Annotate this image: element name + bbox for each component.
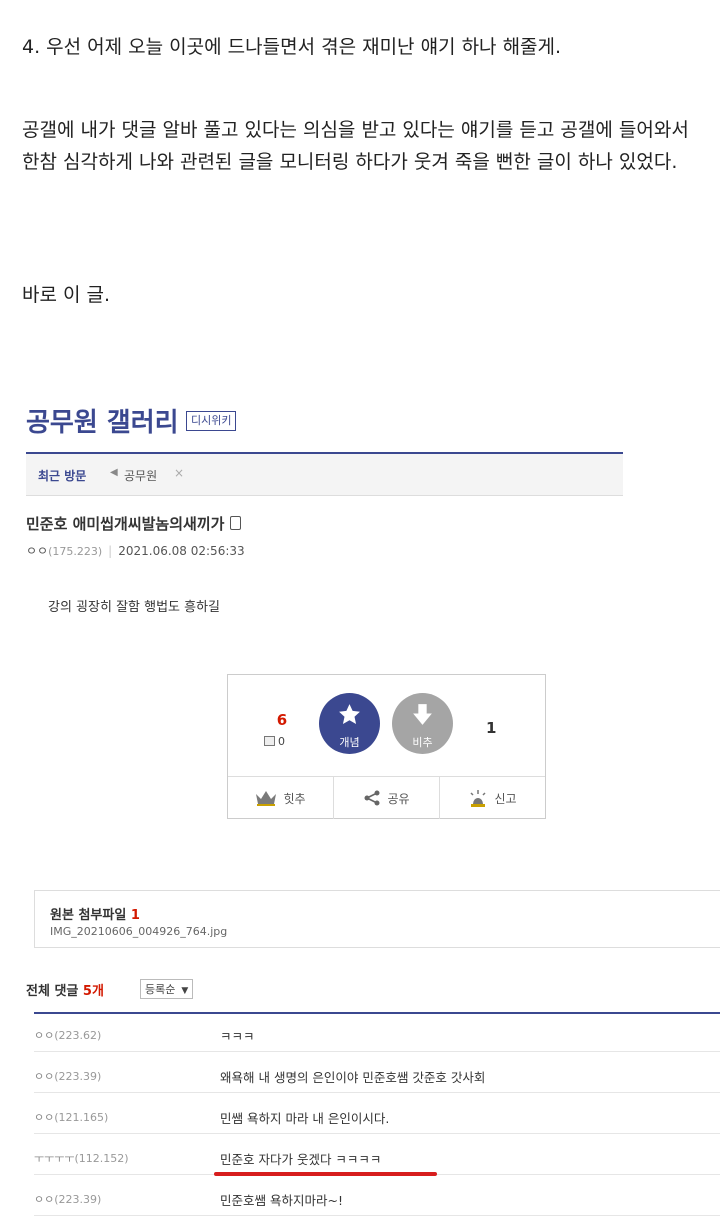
mobile-icon: [230, 516, 242, 530]
intro-paragraph-1: 4. 우선 어제 오늘 이곳에 드나들면서 겪은 재미난 얘기 하나 해줄게.: [22, 36, 562, 58]
downvote-count: 1: [486, 719, 497, 737]
comments-header-label: 전체 댓글: [26, 984, 79, 999]
comments-header: 전체 댓글 5개: [26, 980, 104, 999]
attachment-file-link[interactable]: IMG_20210606_004926_764.jpg: [50, 925, 227, 938]
hit-recommend-button[interactable]: 힛추: [228, 777, 334, 819]
comment-row: ㅇㅇ(223.39) 민준호쌤 욕하지마라~!: [34, 1182, 720, 1216]
post-meta: ㅇㅇ(175.223) | 2021.06.08 02:56:33: [26, 542, 245, 559]
attachment-title: 원본 첨부파일 1: [50, 904, 140, 923]
author-ip: (175.223): [48, 545, 103, 558]
fix-count: 0: [264, 735, 285, 748]
fix-icon: [264, 736, 275, 746]
down-arrow-icon: [413, 704, 432, 725]
comment-nick[interactable]: ㅇㅇ(223.62): [34, 1027, 101, 1043]
comment-row: ㅇㅇ(121.165) 민쌤 욕하지 마라 내 은인이시다.: [34, 1100, 720, 1134]
post-title: 민준호 애미씹개씨발놈의새끼가: [26, 513, 242, 534]
downvote-button[interactable]: 비추: [392, 693, 453, 754]
comment-text: 민쌤 욕하지 마라 내 은인이시다.: [220, 1111, 390, 1126]
intro-paragraph-2: 공갤에 내가 댓글 알바 풀고 있다는 의심을 받고 있다는 얘기를 듣고 공갤…: [22, 119, 689, 173]
comment-text: 왜욕해 내 생명의 은인이야 민준호쌤 갓준호 갓사회: [220, 1070, 486, 1085]
vote-box: 6 0 개념 비추 1 힛추 공유 신고: [227, 674, 546, 819]
siren-icon: [470, 790, 486, 807]
crown-icon: [256, 791, 277, 806]
comment-row: ㅇㅇ(223.39) 왜욕해 내 생명의 은인이야 민준호쌤 갓준호 갓사회: [34, 1059, 720, 1093]
intro-paragraph-3: 바로 이 글.: [22, 284, 111, 306]
comment-ip: (223.39): [54, 1193, 102, 1206]
vote-actions: 힛추 공유 신고: [228, 776, 545, 819]
post-date: 2021.06.08 02:56:33: [118, 544, 245, 558]
comments-divider: [34, 1012, 720, 1014]
star-icon: [339, 704, 360, 724]
report-label: 신고: [494, 791, 517, 806]
upvote-button[interactable]: 개념: [319, 693, 380, 754]
comments-count: 5개: [82, 984, 104, 999]
recent-gallery-link[interactable]: 공무원: [124, 467, 157, 484]
attachment-title-text: 원본 첨부파일: [50, 908, 127, 923]
author-nick[interactable]: ㅇㅇ: [26, 544, 48, 558]
comment-nick[interactable]: ㅇㅇ(223.39): [34, 1191, 101, 1207]
vote-top: 6 0 개념 비추 1: [228, 675, 545, 776]
attachment-box: 원본 첨부파일 1 IMG_20210606_004926_764.jpg: [34, 890, 720, 948]
comment-nick-text: ㅇㅇ: [34, 1070, 55, 1083]
share-icon: [364, 790, 380, 806]
recent-visit-bar: 최근 방문 ◀ 공무원 ×: [26, 452, 623, 496]
recent-visit-label: 최근 방문: [38, 469, 87, 483]
upvote-label: 개념: [339, 736, 360, 749]
comment-ip: (223.62): [54, 1029, 102, 1042]
gallery-title[interactable]: 공무원 갤러리: [26, 402, 179, 439]
upvote-count: 6: [276, 711, 288, 729]
comment-nick[interactable]: ㅇㅇ(223.39): [34, 1068, 101, 1084]
comment-sort-select[interactable]: 등록순 ▼: [140, 979, 194, 999]
share-button[interactable]: 공유: [334, 777, 440, 819]
meta-divider: |: [108, 544, 113, 558]
comment-nick-text: ㅇㅇ: [34, 1193, 55, 1206]
post-body: 강의 굉장히 잘함 행법도 흥하길: [48, 600, 221, 615]
comment-ip: (121.165): [54, 1111, 109, 1124]
comment-nick[interactable]: ㅜㅜㅜㅜ(112.152): [34, 1150, 129, 1166]
comment-nick-text: ㅇㅇ: [34, 1111, 55, 1124]
comment-nick-text: ㅇㅇ: [34, 1029, 55, 1042]
comment-text: 민준호 자다가 웃겠다 ㅋㅋㅋㅋ: [220, 1152, 382, 1167]
left-arrow-icon[interactable]: ◀: [110, 467, 118, 478]
attachment-count: 1: [130, 908, 140, 923]
comment-row: ㅇㅇ(223.62) ㅋㅋㅋ: [34, 1018, 720, 1052]
sort-label: 등록순: [145, 983, 176, 996]
comment-text: ㅋㅋㅋ: [220, 1029, 255, 1044]
comment-ip: (112.152): [74, 1152, 129, 1165]
comment-row: ㅜㅜㅜㅜ(112.152) 민준호 자다가 웃겠다 ㅋㅋㅋㅋ: [34, 1141, 720, 1175]
post-title-text: 민준호 애미씹개씨발놈의새끼가: [26, 515, 225, 533]
highlight-underline: [214, 1172, 437, 1176]
comment-nick[interactable]: ㅇㅇ(121.165): [34, 1109, 108, 1125]
share-label: 공유: [387, 791, 410, 806]
report-button[interactable]: 신고: [440, 777, 545, 819]
close-icon[interactable]: ×: [174, 466, 184, 480]
chevron-down-icon: ▼: [181, 986, 189, 996]
comment-ip: (223.39): [54, 1070, 102, 1083]
wiki-badge[interactable]: 디시위키: [186, 411, 237, 431]
comment-nick-text: ㅜㅜㅜㅜ: [34, 1152, 75, 1165]
downvote-label: 비추: [412, 736, 433, 749]
fix-count-value: 0: [278, 735, 285, 748]
hit-recommend-label: 힛추: [283, 791, 306, 806]
comment-text: 민준호쌤 욕하지마라~!: [220, 1193, 343, 1208]
